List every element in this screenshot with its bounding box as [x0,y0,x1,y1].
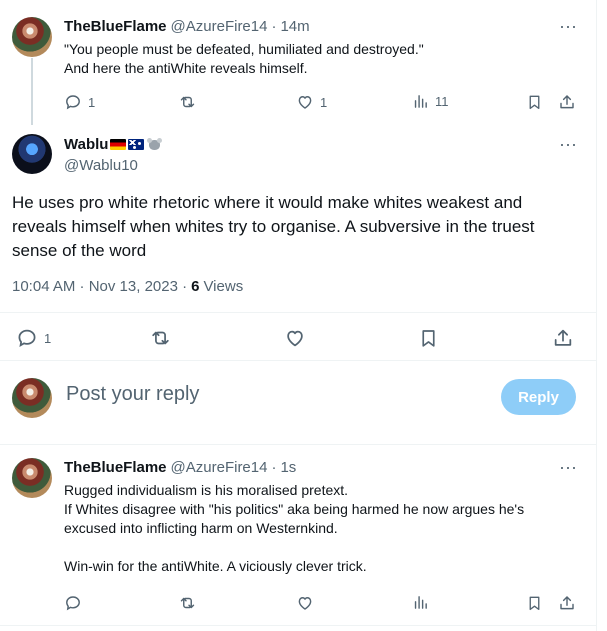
timestamp[interactable]: 1s [280,459,296,476]
tweet-meta: 10:04 AM · Nov 13, 2023 · 6 Views [12,278,243,295]
display-name[interactable]: TheBlueFlame [64,18,167,35]
divider [0,444,597,445]
avatar[interactable] [12,134,52,174]
reply-button[interactable] [64,594,82,612]
handle[interactable]: @Wablu10 [64,157,138,174]
avatar[interactable] [12,378,52,418]
tweet-text: He uses pro white rhetoric where it woul… [12,193,535,260]
handle[interactable]: @AzureFire14 [171,459,268,476]
german-flag-icon [110,139,127,150]
like-button[interactable] [284,327,306,349]
views-label: Views [203,278,244,295]
reply-count: 1 [44,330,52,346]
divider [0,312,597,313]
bookmark-icon [529,596,540,611]
bookmark-button[interactable] [526,93,543,111]
like-button[interactable] [296,594,314,612]
conversation-panel: TheBlueFlame @AzureFire14 · 14m ··· "You… [0,0,597,631]
display-name[interactable]: TheBlueFlame [64,459,167,476]
views-count: 11 [435,94,449,109]
tweet-text: Rugged individualism is his moralised pr… [64,482,525,574]
repost-icon [180,96,195,108]
bookmark-button[interactable] [418,327,439,349]
bookmark-icon [422,330,435,347]
reply-icon [66,596,80,611]
thread-connector [31,58,33,125]
more-options-icon[interactable]: ··· [556,458,580,476]
tweet-header: TheBlueFlame @AzureFire14 · 14m [64,18,310,35]
like-count: 1 [320,94,328,110]
reply-button[interactable]: 1 [64,93,95,111]
reply-icon [66,95,80,110]
avatar[interactable] [12,17,52,57]
heart-icon [298,96,312,109]
separator: · [271,18,277,35]
repost-button[interactable] [149,327,172,349]
share-icon [560,596,574,610]
views-icon [414,596,427,609]
share-button[interactable] [558,93,576,111]
repost-button[interactable] [178,594,197,612]
heart-icon [298,597,312,610]
bookmark-button[interactable] [526,594,543,612]
reply-count: 1 [88,94,96,110]
timestamp[interactable]: 14m [280,18,309,35]
views-button[interactable] [412,594,429,611]
more-options-icon[interactable]: ··· [556,135,580,153]
repost-icon [180,597,195,609]
reply-button[interactable]: 1 [16,327,51,349]
tweet-header: Wablu [64,136,162,153]
tweet-text: "You people must be defeated, humiliated… [64,41,424,76]
display-name[interactable]: Wablu [64,136,108,153]
views-count: 6 [191,278,200,295]
reply-submit-button[interactable]: Reply [501,379,576,415]
handle[interactable]: @AzureFire14 [171,18,268,35]
share-icon [554,329,572,346]
share-button[interactable] [552,327,574,349]
bookmark-icon [529,95,540,110]
avatar[interactable] [12,458,52,498]
divider [0,360,597,361]
reply-input[interactable]: Post your reply [66,383,199,406]
post-timestamp[interactable]: 10:04 AM · Nov 13, 2023 · [12,278,187,295]
views-icon [414,95,427,108]
divider [0,625,597,626]
separator: · [271,459,277,476]
repost-icon [152,331,169,345]
like-button[interactable]: 1 [296,93,327,111]
koala-icon [147,138,162,151]
repost-button[interactable] [178,93,197,111]
tweet-header: TheBlueFlame @AzureFire14 · 1s [64,459,296,476]
views-button[interactable]: 11 [412,93,449,110]
reply-icon [18,329,36,348]
more-options-icon[interactable]: ··· [556,17,580,35]
share-button[interactable] [558,594,576,612]
australian-flag-icon [128,139,145,150]
share-icon [560,95,574,109]
heart-icon [287,330,303,347]
